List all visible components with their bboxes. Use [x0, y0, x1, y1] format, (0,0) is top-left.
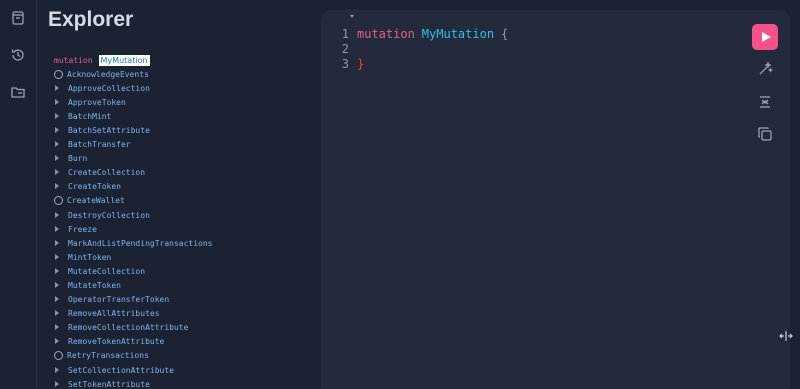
operation-header: mutation MyMutation	[54, 54, 150, 66]
field-label: ApproveCollection	[68, 83, 150, 93]
expand-caret-icon[interactable]	[52, 169, 62, 175]
run-button[interactable]	[752, 24, 778, 50]
field-label: BatchMint	[68, 111, 112, 121]
field-label: SetCollectionAttribute	[68, 365, 174, 375]
field-label: Burn	[68, 153, 88, 163]
field-item[interactable]: ApproveToken	[52, 96, 126, 108]
field-label: RemoveCollectionAttribute	[68, 322, 189, 332]
field-item[interactable]: MutateToken	[52, 279, 121, 291]
field-item[interactable]: BatchTransfer	[52, 138, 131, 150]
checkbox-icon[interactable]	[54, 69, 63, 79]
editor-line-3[interactable]: 3 }	[341, 57, 364, 71]
expand-caret-icon[interactable]	[52, 254, 62, 260]
expand-caret-icon[interactable]	[52, 226, 62, 232]
field-item[interactable]: SetCollectionAttribute	[52, 364, 174, 376]
prettify-icon[interactable]	[757, 61, 774, 77]
fold-caret-icon[interactable]	[350, 15, 354, 18]
field-label: CreateWallet	[67, 195, 125, 205]
resize-handle-icon[interactable]	[779, 327, 793, 341]
field-label: CreateCollection	[68, 167, 146, 177]
field-label: MutateToken	[68, 280, 121, 290]
field-item[interactable]: RemoveCollectionAttribute	[52, 321, 188, 333]
field-item[interactable]: Freeze	[52, 223, 97, 235]
field-item[interactable]: RemoveTokenAttribute	[52, 335, 164, 347]
field-item[interactable]: RemoveAllAttributes	[52, 307, 160, 319]
expand-caret-icon[interactable]	[52, 155, 62, 161]
expand-caret-icon[interactable]	[52, 99, 62, 105]
field-label: RetryTransactions	[67, 350, 149, 360]
expand-caret-icon[interactable]	[52, 324, 62, 330]
field-label: BatchTransfer	[68, 139, 131, 149]
expand-caret-icon[interactable]	[52, 113, 62, 119]
expand-caret-icon[interactable]	[52, 85, 62, 91]
copy-icon[interactable]	[757, 126, 773, 142]
field-item[interactable]: MintToken	[52, 251, 111, 263]
field-item[interactable]: SetTokenAttribute	[52, 378, 150, 389]
field-label: RemoveAllAttributes	[68, 308, 160, 318]
field-item[interactable]: ApproveCollection	[52, 82, 150, 94]
line-number: 1	[341, 27, 349, 41]
field-item[interactable]: OperatorTransferToken	[52, 293, 169, 305]
expand-caret-icon[interactable]	[52, 310, 62, 316]
token-keyword: mutation	[357, 27, 415, 41]
field-item[interactable]: BatchSetAttribute	[52, 124, 150, 136]
expand-caret-icon[interactable]	[52, 367, 62, 373]
expand-caret-icon[interactable]	[52, 212, 62, 218]
field-item[interactable]: CreateWallet	[52, 194, 125, 206]
field-item[interactable]: MarkAndListPendingTransactions	[52, 237, 213, 249]
field-item[interactable]: DestroyCollection	[52, 209, 150, 221]
sidebar-rail	[0, 0, 37, 389]
field-label: OperatorTransferToken	[68, 294, 170, 304]
editor-line-1[interactable]: 1 mutation MyMutation {	[341, 27, 509, 41]
expand-caret-icon[interactable]	[52, 268, 62, 274]
operation-keyword: mutation	[54, 55, 93, 65]
token-open-brace: {	[501, 27, 509, 41]
field-item[interactable]: MutateCollection	[52, 265, 145, 277]
field-label: MarkAndListPendingTransactions	[68, 238, 213, 248]
explorer-title: Explorer	[48, 8, 134, 31]
run-icon	[761, 32, 771, 42]
field-label: ApproveToken	[68, 97, 126, 107]
expand-caret-icon[interactable]	[52, 127, 62, 133]
field-item[interactable]: Burn	[52, 152, 87, 164]
field-item[interactable]: AcknowledgeEvents	[52, 68, 149, 80]
line-number: 3	[341, 57, 349, 71]
expand-caret-icon[interactable]	[52, 338, 62, 344]
expand-caret-icon[interactable]	[52, 381, 62, 387]
merge-fragments-icon[interactable]	[757, 94, 773, 110]
expand-caret-icon[interactable]	[52, 240, 62, 246]
field-label: AcknowledgeEvents	[67, 69, 149, 79]
expand-caret-icon[interactable]	[52, 141, 62, 147]
explorer-folder-icon[interactable]	[8, 82, 28, 102]
field-item[interactable]: CreateCollection	[52, 166, 145, 178]
explorer-panel: Explorer mutation MyMutation Acknowledge…	[37, 0, 333, 389]
expand-caret-icon[interactable]	[52, 296, 62, 302]
field-label: Freeze	[68, 224, 97, 234]
editor-line-2[interactable]: 2	[341, 42, 357, 56]
expand-caret-icon[interactable]	[52, 183, 62, 189]
field-item[interactable]: CreateToken	[52, 180, 121, 192]
history-icon[interactable]	[8, 45, 28, 65]
field-item[interactable]: BatchMint	[52, 110, 111, 122]
field-label: MutateCollection	[68, 266, 146, 276]
field-label: DestroyCollection	[68, 210, 150, 220]
query-editor[interactable]: 1 mutation MyMutation { 2 3 }	[321, 10, 790, 389]
field-item[interactable]: RetryTransactions	[52, 349, 149, 361]
field-label: SetTokenAttribute	[68, 379, 150, 389]
field-label: RemoveTokenAttribute	[68, 336, 165, 346]
field-label: MintToken	[68, 252, 112, 262]
token-close-brace: }	[357, 57, 365, 71]
docs-icon[interactable]	[8, 8, 28, 28]
explorer-tree: mutation MyMutation AcknowledgeEvents App…	[47, 51, 280, 389]
checkbox-icon[interactable]	[54, 195, 63, 205]
token-operation-name: MyMutation	[421, 27, 495, 41]
operation-name-input[interactable]: MyMutation	[98, 54, 150, 66]
expand-caret-icon[interactable]	[52, 282, 62, 288]
field-label: CreateToken	[68, 181, 121, 191]
checkbox-icon[interactable]	[54, 350, 63, 360]
field-label: BatchSetAttribute	[68, 125, 150, 135]
line-number: 2	[341, 42, 349, 56]
